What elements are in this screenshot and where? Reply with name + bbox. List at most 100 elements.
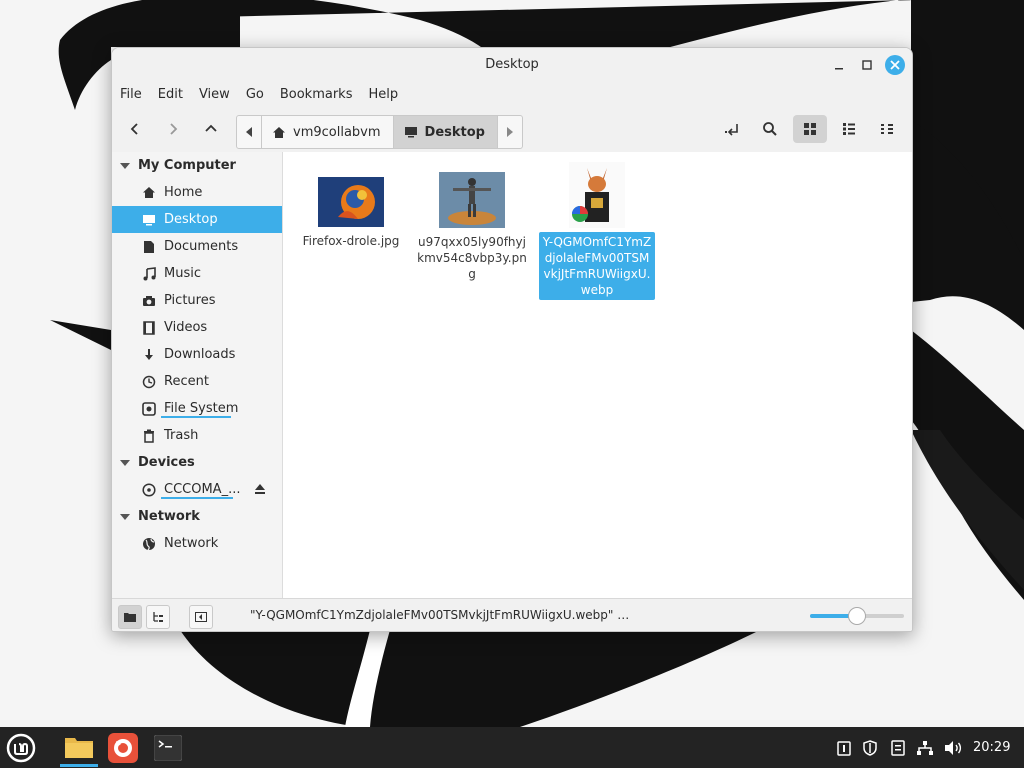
drive-icon xyxy=(141,401,157,417)
breadcrumb-desktop[interactable]: Desktop xyxy=(392,116,497,148)
folder-icon xyxy=(65,737,93,758)
disc-icon xyxy=(141,482,157,498)
sidebar-item-label: CCCOMA_... xyxy=(164,482,241,497)
menu-file[interactable]: File xyxy=(120,87,142,102)
show-treeview-button[interactable] xyxy=(146,605,170,629)
sidebar-item-trash[interactable]: Trash xyxy=(112,422,282,449)
trash-icon xyxy=(141,428,157,444)
location-entry-icon xyxy=(725,124,738,136)
forward-button[interactable] xyxy=(158,115,188,143)
search-button[interactable] xyxy=(755,115,785,143)
window-titlebar[interactable]: Desktop xyxy=(112,48,912,82)
close-button[interactable] xyxy=(885,55,905,75)
up-button[interactable] xyxy=(196,115,226,143)
menu-go[interactable]: Go xyxy=(246,87,264,102)
hide-sidebar-button[interactable] xyxy=(189,605,213,629)
clock[interactable]: 20:29 xyxy=(973,740,1010,755)
file-item-selected[interactable]: Y-QGMOmfC1YmZdjolaleFMv00TSMvkjJtFmRUWii… xyxy=(539,162,655,300)
file-manager-window: Desktop File Edit View Go Bookmarks Help xyxy=(111,47,913,632)
file-name: u97qxx05ly90fhyjkmv54c8vbp3y.png xyxy=(417,235,527,281)
sidebar-item-desktop[interactable]: Desktop xyxy=(112,206,282,233)
sidebar-item-label: Videos xyxy=(164,320,208,335)
sidebar-item-label: Home xyxy=(164,185,203,200)
usage-bar xyxy=(161,416,231,418)
file-name: Y-QGMOmfC1YmZdjolaleFMv00TSMvkjJtFmRUWii… xyxy=(539,232,655,300)
sidebar-item-label: Pictures xyxy=(164,293,216,308)
maximize-button[interactable] xyxy=(857,55,877,75)
home-icon xyxy=(141,185,157,201)
zoom-slider[interactable] xyxy=(810,607,904,625)
arrow-right-icon xyxy=(170,123,178,135)
grid-icon xyxy=(804,123,816,135)
breadcrumb-right-button[interactable] xyxy=(496,116,522,148)
home-icon xyxy=(273,126,285,138)
compact-view-button[interactable] xyxy=(872,115,902,143)
file-item[interactable]: Firefox-drole.jpg xyxy=(293,177,409,251)
sidebar-item-label: Network xyxy=(164,536,219,551)
sidebar-item-videos[interactable]: Videos xyxy=(112,314,282,341)
arrow-left-icon xyxy=(130,123,138,135)
desktop-icon xyxy=(404,127,417,138)
sidebar-item-label: Documents xyxy=(164,239,239,254)
sidebar-section-network[interactable]: Network xyxy=(112,503,282,530)
globe-icon xyxy=(141,536,157,552)
search-icon xyxy=(763,122,777,136)
sidebar-item-label: File System xyxy=(164,401,239,416)
toggle-location-button[interactable] xyxy=(717,115,747,143)
minimize-button[interactable] xyxy=(829,55,849,75)
sidebar-item-home[interactable]: Home xyxy=(112,179,282,206)
minimize-icon xyxy=(835,68,843,70)
breadcrumb-left-button[interactable] xyxy=(237,116,261,148)
file-view[interactable]: Firefox-drole.jpg u97qxx05ly90fhyjkmv54c… xyxy=(283,152,912,598)
notes-icon[interactable] xyxy=(889,739,907,757)
sidebar-section-devices[interactable]: Devices xyxy=(112,449,282,476)
sidebar-item-documents[interactable]: Documents xyxy=(112,233,282,260)
update-manager-icon[interactable] xyxy=(835,739,853,757)
menu-view[interactable]: View xyxy=(199,87,230,102)
taskbar-files-button[interactable] xyxy=(60,729,98,767)
camera-icon xyxy=(141,293,157,309)
menu-button[interactable] xyxy=(2,729,40,767)
image-thumbnail xyxy=(439,172,505,228)
film-icon xyxy=(141,320,157,336)
list-view-button[interactable] xyxy=(834,115,864,143)
network-icon[interactable] xyxy=(916,739,934,757)
menu-edit[interactable]: Edit xyxy=(158,87,183,102)
file-item[interactable]: u97qxx05ly90fhyjkmv54c8vbp3y.png xyxy=(414,172,530,284)
sidebar: My Computer Home Desktop Documents Music… xyxy=(112,152,283,598)
menu-bookmarks[interactable]: Bookmarks xyxy=(280,87,353,102)
breadcrumb-home-label: vm9collabvm xyxy=(293,124,381,140)
sidebar-item-file-system[interactable]: File System xyxy=(112,395,282,422)
usage-bar xyxy=(161,497,233,499)
icon-view-button[interactable] xyxy=(793,115,827,143)
eject-icon[interactable] xyxy=(254,483,266,499)
caret-left-icon xyxy=(246,127,252,137)
show-places-button[interactable] xyxy=(118,605,142,629)
breadcrumb: vm9collabvm Desktop xyxy=(236,115,523,149)
menu-help[interactable]: Help xyxy=(368,87,398,102)
taskbar-terminal-button[interactable] xyxy=(149,729,187,767)
sidebar-item-recent[interactable]: Recent xyxy=(112,368,282,395)
sidebar-item-downloads[interactable]: Downloads xyxy=(112,341,282,368)
sidebar-section-my-computer[interactable]: My Computer xyxy=(112,152,282,179)
volume-icon[interactable] xyxy=(944,739,962,757)
sidebar-item-music[interactable]: Music xyxy=(112,260,282,287)
status-text: "Y-QGMOmfC1YmZdjolaleFMv00TSMvkjJtFmRUWi… xyxy=(250,608,635,622)
sidebar-toggle-icon xyxy=(195,612,207,622)
taskbar-firefox-button[interactable] xyxy=(104,729,142,767)
caret-right-icon xyxy=(506,127,513,137)
back-button[interactable] xyxy=(120,115,150,143)
zoom-slider-knob[interactable] xyxy=(848,607,867,625)
sidebar-item-label: Desktop xyxy=(164,212,218,227)
sidebar-item-label: Music xyxy=(164,266,201,281)
collapse-triangle-icon xyxy=(120,513,130,520)
image-thumbnail xyxy=(318,177,384,227)
sidebar-item-pictures[interactable]: Pictures xyxy=(112,287,282,314)
sidebar-item-cdrom[interactable]: CCCOMA_... xyxy=(112,476,282,503)
section-label: My Computer xyxy=(138,158,236,173)
shield-icon[interactable] xyxy=(861,739,879,757)
breadcrumb-home[interactable]: vm9collabvm xyxy=(261,116,393,148)
sidebar-item-network[interactable]: Network xyxy=(112,530,282,557)
collapse-triangle-icon xyxy=(120,459,130,466)
status-bar: "Y-QGMOmfC1YmZdjolaleFMv00TSMvkjJtFmRUWi… xyxy=(112,598,912,631)
